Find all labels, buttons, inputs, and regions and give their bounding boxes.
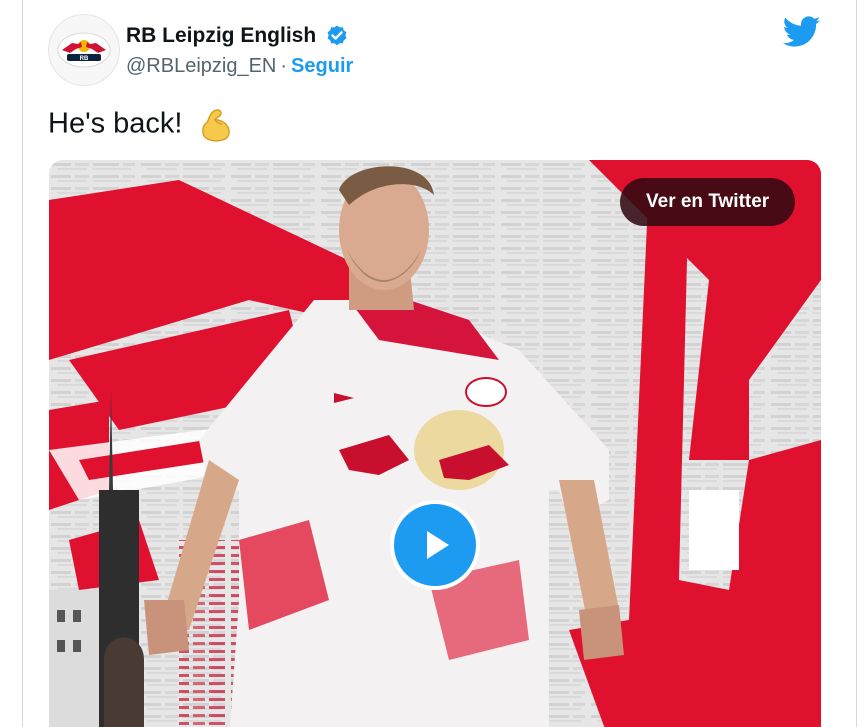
view-on-twitter-button[interactable]: Ver en Twitter (620, 178, 796, 226)
verified-badge-icon (327, 25, 347, 46)
video-media[interactable]: Ver en Twitter (49, 160, 821, 727)
separator-dot: · (280, 55, 288, 77)
tweet-body: He's back! (48, 107, 183, 140)
video-thumbnail (49, 160, 821, 727)
tweet-card[interactable]: RB RB Leipzig English @RBLeipzig_EN · Segu… (22, 0, 857, 727)
play-icon (427, 531, 449, 559)
svg-text:RB: RB (80, 56, 89, 62)
author-handle[interactable]: @RBLeipzig_EN (126, 55, 276, 77)
tweet-text: He's back! (48, 106, 235, 144)
author-handle-row: @RBLeipzig_EN · Seguir (126, 55, 353, 78)
author-display-name[interactable]: RB Leipzig English (126, 24, 316, 48)
follow-button[interactable]: Seguir (291, 55, 353, 77)
rb-leipzig-logo-icon: RB (57, 32, 111, 68)
play-button[interactable] (390, 500, 480, 590)
twitter-bird-icon[interactable] (783, 16, 821, 48)
author-avatar[interactable]: RB (48, 14, 120, 86)
flexed-biceps-icon (201, 109, 230, 142)
